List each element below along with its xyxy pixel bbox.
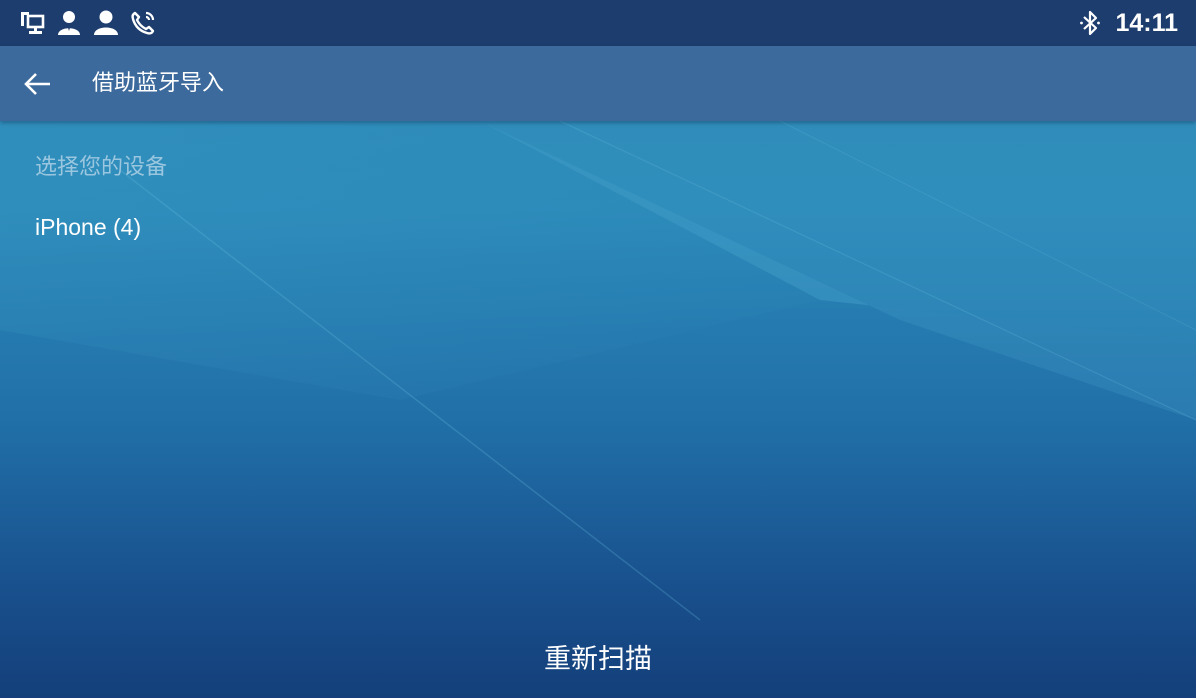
clock: 14:11: [1115, 8, 1178, 37]
rescan-button[interactable]: 重新扫描: [398, 618, 798, 694]
device-name: iPhone (4): [35, 214, 142, 240]
device-list-item[interactable]: iPhone (4): [0, 195, 1196, 259]
user-icon: [94, 10, 118, 35]
contact-icon: [58, 11, 80, 35]
status-right: 14:11: [1079, 0, 1178, 46]
network-icon: [21, 12, 45, 34]
screen: 14:11 借助蓝牙导入 选择您的设备 iPhone (4) 重新扫描: [0, 0, 1196, 698]
page-title: 借助蓝牙导入: [92, 71, 225, 96]
back-arrow-icon[interactable]: [22, 68, 54, 100]
bluetooth-icon: [1080, 10, 1101, 36]
call-icon: [131, 11, 155, 35]
section-label: 选择您的设备: [35, 155, 168, 180]
status-bar: 14:11: [0, 0, 1196, 46]
app-bar: 借助蓝牙导入: [0, 46, 1196, 121]
status-icons: [18, 9, 166, 37]
